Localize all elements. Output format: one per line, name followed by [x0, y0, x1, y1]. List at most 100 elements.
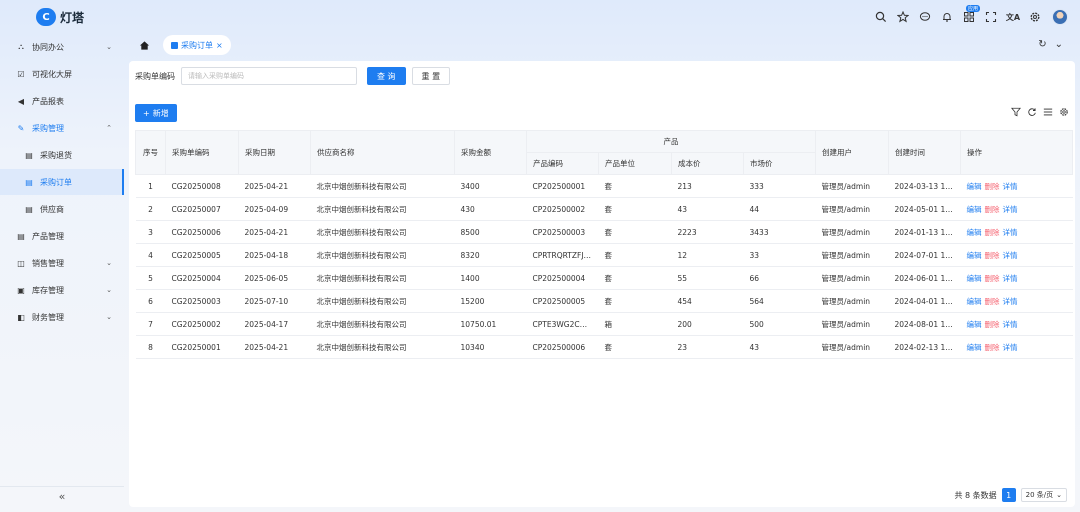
- cell-creator: 管理员/admin: [815, 174, 889, 198]
- cell-created: 2024-08-01 15:3...: [888, 312, 961, 336]
- cell-cost: 23: [671, 335, 744, 359]
- sidebar-item-product-management[interactable]: ▤ 产品管理: [0, 223, 124, 249]
- page-button-1[interactable]: 1: [1001, 488, 1016, 502]
- cell-market: 564: [743, 289, 816, 313]
- translate-icon[interactable]: 文A: [1002, 8, 1024, 26]
- settings-icon[interactable]: [1058, 107, 1069, 120]
- cell-product-code: CPRTRQRTZFJYF...: [526, 243, 599, 267]
- sidebar-item-label: 产品报表: [32, 96, 64, 106]
- cell-index: 8: [135, 335, 166, 359]
- filter-icon[interactable]: [1010, 107, 1021, 120]
- sidebar-item-supplier[interactable]: ▤ 供应商: [0, 196, 124, 222]
- detail-link[interactable]: 详情: [1003, 297, 1018, 306]
- edit-link[interactable]: 编辑: [967, 182, 982, 191]
- delete-link[interactable]: 删除: [985, 182, 1000, 191]
- cell-created: 2024-06-01 15:3...: [888, 266, 961, 290]
- chevron-up-icon: ⌃: [106, 124, 112, 132]
- edit-link[interactable]: 编辑: [967, 251, 982, 260]
- refresh-icon[interactable]: ↻: [1038, 39, 1046, 50]
- reset-button[interactable]: 重 置: [411, 67, 451, 85]
- query-button[interactable]: 查 询: [367, 67, 406, 85]
- home-icon[interactable]: [133, 35, 155, 55]
- sidebar-item-product-report[interactable]: ◀ 产品报表: [0, 88, 124, 114]
- sidebar-item-purchase-return[interactable]: ▤ 采购退货: [0, 142, 124, 168]
- cell-supplier: 北京中烟创新科技有限公司: [310, 243, 455, 267]
- sidebar-item-purchase-management[interactable]: ✎ 采购管理 ⌃: [0, 115, 124, 141]
- report-icon: ◀: [17, 96, 25, 106]
- star-icon[interactable]: [892, 8, 914, 26]
- delete-link[interactable]: 删除: [985, 297, 1000, 306]
- table-row: 2 CG20250007 2025-04-09 北京中烟创新科技有限公司 430 CP20…: [135, 197, 1073, 221]
- sidebar-item-finance-management[interactable]: ◧ 财务管理 ⌄: [0, 304, 124, 330]
- edit-link[interactable]: 编辑: [967, 228, 982, 237]
- sidebar: ⛬ 协同办公 ⌄ ☑ 可视化大屏 ◀ 产品报表 ✎ 采购管理 ⌃ ▤ 采购退货 …: [0, 34, 124, 512]
- col-header-created: 创建时间: [888, 130, 961, 175]
- edit-link[interactable]: 编辑: [967, 343, 982, 352]
- cell-product-code: CP202500005: [526, 289, 599, 313]
- edit-link[interactable]: 编辑: [967, 205, 982, 214]
- list-icon: ▤: [17, 231, 25, 241]
- cell-supplier: 北京中烟创新科技有限公司: [310, 312, 455, 336]
- cell-ops: 编辑 删除 详情: [960, 289, 1073, 313]
- detail-link[interactable]: 详情: [1003, 343, 1018, 352]
- cell-created: 2024-02-13 15:3...: [888, 335, 961, 359]
- detail-link[interactable]: 详情: [1003, 320, 1018, 329]
- total-count: 共 8 条数据: [954, 490, 997, 500]
- sidebar-item-label: 采购订单: [40, 177, 72, 187]
- edit-link[interactable]: 编辑: [967, 297, 982, 306]
- delete-link[interactable]: 删除: [985, 251, 1000, 260]
- detail-link[interactable]: 详情: [1003, 251, 1018, 260]
- col-header-product-code: 产品编码: [526, 152, 599, 175]
- cell-date: 2025-07-10: [238, 289, 311, 313]
- cell-ops: 编辑 删除 详情: [960, 174, 1073, 198]
- search-icon[interactable]: [870, 8, 892, 26]
- edit-link[interactable]: 编辑: [967, 274, 982, 283]
- cell-creator: 管理员/admin: [815, 335, 889, 359]
- delete-link[interactable]: 删除: [985, 274, 1000, 283]
- cell-index: 4: [135, 243, 166, 267]
- app-logo[interactable]: C 灯塔: [36, 8, 84, 26]
- bell-icon[interactable]: [936, 8, 958, 26]
- add-button[interactable]: + 新增: [135, 104, 177, 122]
- sidebar-item-collaboration[interactable]: ⛬ 协同办公 ⌄: [0, 34, 124, 60]
- cell-product-code: CP202500004: [526, 266, 599, 290]
- collapse-sidebar-button[interactable]: «: [0, 486, 124, 506]
- detail-link[interactable]: 详情: [1003, 274, 1018, 283]
- sidebar-item-inventory-management[interactable]: ▣ 库存管理 ⌄: [0, 277, 124, 303]
- delete-link[interactable]: 删除: [985, 205, 1000, 214]
- tab-purchase-order[interactable]: 采购订单 ×: [163, 35, 231, 55]
- detail-link[interactable]: 详情: [1003, 228, 1018, 237]
- chevron-down-icon: ⌄: [106, 259, 112, 267]
- delete-link[interactable]: 删除: [985, 320, 1000, 329]
- main-panel: 采购单编码 查 询 重 置 + 新增 序号 采购单编码: [129, 61, 1075, 507]
- search-label: 采购单编码: [135, 71, 175, 81]
- edit-link[interactable]: 编辑: [967, 320, 982, 329]
- cell-cost: 454: [671, 289, 744, 313]
- detail-link[interactable]: 详情: [1003, 182, 1018, 191]
- chevron-down-icon[interactable]: ⌄: [1055, 39, 1063, 50]
- refresh-icon[interactable]: [1026, 107, 1037, 120]
- sidebar-item-purchase-order[interactable]: ▤ 采购订单: [0, 169, 124, 195]
- cell-market: 33: [743, 243, 816, 267]
- fullscreen-icon[interactable]: [980, 8, 1002, 26]
- apps-icon[interactable]: 应用: [958, 5, 980, 26]
- page-size-select[interactable]: 20 条/页 ⌄: [1020, 488, 1067, 502]
- sidebar-item-dashboard[interactable]: ☑ 可视化大屏: [0, 61, 124, 87]
- col-header-creator: 创建用户: [815, 130, 889, 175]
- search-input[interactable]: [181, 67, 357, 85]
- settings-icon[interactable]: [1024, 8, 1046, 26]
- cell-code: CG20250007: [165, 197, 239, 221]
- cell-unit: 套: [598, 220, 672, 244]
- col-header-product-group: 产品: [526, 130, 816, 153]
- delete-link[interactable]: 删除: [985, 343, 1000, 352]
- sidebar-item-sales-management[interactable]: ◫ 销售管理 ⌄: [0, 250, 124, 276]
- cell-code: CG20250005: [165, 243, 239, 267]
- user-avatar[interactable]: [1052, 9, 1068, 25]
- close-icon[interactable]: ×: [216, 41, 223, 50]
- columns-icon[interactable]: [1042, 107, 1053, 120]
- apps-badge: 应用: [965, 5, 980, 12]
- delete-link[interactable]: 删除: [985, 228, 1000, 237]
- col-header-product-unit: 产品单位: [598, 152, 672, 175]
- chat-icon[interactable]: [914, 8, 936, 26]
- detail-link[interactable]: 详情: [1003, 205, 1018, 214]
